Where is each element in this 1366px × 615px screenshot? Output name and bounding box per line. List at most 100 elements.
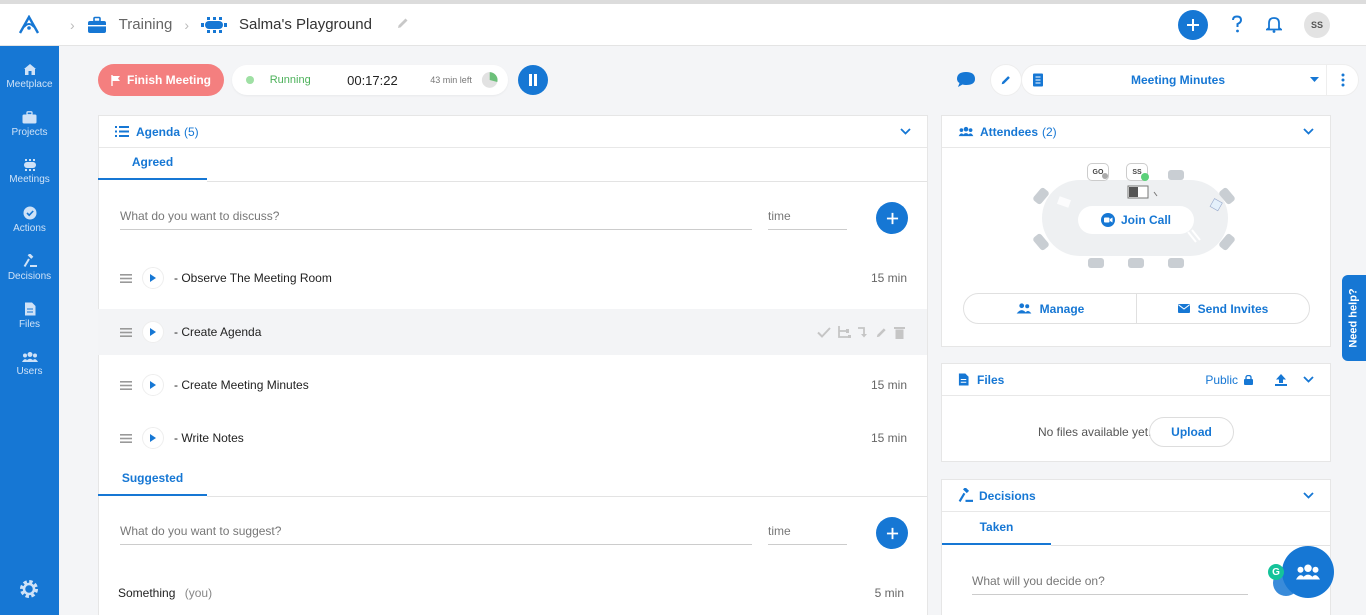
logo-icon: [18, 14, 40, 34]
grammarly-badge-icon[interactable]: G: [1268, 564, 1284, 580]
chevron-down-icon[interactable]: [1303, 376, 1314, 383]
pause-meeting-button[interactable]: [518, 65, 548, 95]
user-avatar[interactable]: SS: [1304, 12, 1330, 38]
subitem-tree-icon[interactable]: [837, 326, 851, 338]
collaborators-fab[interactable]: [1282, 546, 1334, 598]
sidebar-item-actions[interactable]: Actions: [0, 196, 59, 244]
gavel-icon: [958, 488, 973, 502]
agenda-title: Agenda: [136, 124, 181, 139]
sidebar-item-users[interactable]: Users: [0, 340, 59, 388]
chevron-down-icon[interactable]: [900, 128, 911, 135]
play-item-button[interactable]: [142, 321, 164, 343]
decisions-title: Decisions: [979, 488, 1036, 503]
agenda-item[interactable]: - Observe The Meeting Room 15 min: [98, 255, 927, 301]
tab-taken[interactable]: Taken: [942, 511, 1051, 545]
more-options-icon[interactable]: [1326, 65, 1358, 95]
minutes-template-label: Meeting Minutes: [1130, 73, 1225, 87]
tab-divider: [207, 496, 927, 497]
create-new-button[interactable]: [1178, 10, 1208, 40]
edit-minutes-button[interactable]: [990, 64, 1022, 96]
upload-arrow-icon[interactable]: [1275, 373, 1287, 386]
send-invites-button[interactable]: Send Invites: [1137, 294, 1309, 323]
agenda-item[interactable]: - Create Agenda: [98, 309, 927, 355]
manage-attendees-button[interactable]: Manage: [964, 294, 1137, 323]
drag-handle-icon[interactable]: [120, 327, 132, 337]
meeting-status: Running: [269, 74, 311, 86]
elapsed-time: 00:17:22: [347, 72, 398, 88]
help-question-icon[interactable]: [1230, 14, 1244, 36]
plus-icon: [886, 527, 898, 539]
chevron-right-icon: ›: [70, 16, 75, 33]
attendees-header[interactable]: Attendees (2): [942, 116, 1330, 148]
project-name: Training: [118, 16, 173, 33]
drag-handle-icon[interactable]: [120, 433, 132, 443]
minutes-template-select[interactable]: Meeting Minutes: [1021, 64, 1359, 96]
agenda-item-title: - Create Meeting Minutes: [174, 378, 309, 392]
files-visibility[interactable]: Public: [1205, 373, 1238, 387]
agenda-item-actions: [817, 326, 905, 339]
sidebar-item-meetplace[interactable]: Meetplace: [0, 52, 59, 100]
chevron-down-icon[interactable]: [1303, 492, 1314, 499]
discuss-input[interactable]: What do you want to discuss?: [120, 209, 752, 230]
add-agenda-item-button[interactable]: [876, 202, 908, 234]
files-header[interactable]: Files Public: [942, 364, 1330, 396]
briefcase-icon: [87, 16, 107, 34]
breadcrumb-meeting[interactable]: Salma's Playground: [200, 16, 410, 34]
tab-suggested[interactable]: Suggested: [98, 462, 207, 496]
agenda-item-title: - Observe The Meeting Room: [174, 271, 332, 285]
tab-agreed[interactable]: Agreed: [98, 146, 207, 180]
suggest-input[interactable]: What do you want to suggest?: [120, 524, 752, 545]
minutes-controls: Meeting Minutes: [950, 64, 1359, 96]
drag-handle-icon[interactable]: [120, 380, 132, 390]
sidebar-item-label: Users: [16, 366, 43, 377]
sidebar: Meetplace Projects Meetings Actions Deci…: [0, 46, 59, 615]
play-icon: [150, 434, 156, 442]
chevron-down-icon[interactable]: [1303, 128, 1314, 135]
agenda-item-duration: 15 min: [870, 271, 907, 285]
suggested-item[interactable]: Something (you) 5 min: [118, 586, 908, 600]
sidebar-item-label: Actions: [13, 223, 46, 234]
meeting-controls: Finish Meeting Running 00:17:22 43 min l…: [98, 64, 548, 96]
pencil-icon[interactable]: [875, 326, 888, 339]
discuss-time-input[interactable]: time: [768, 209, 847, 230]
upload-file-button[interactable]: Upload: [1149, 417, 1234, 447]
files-title: Files: [977, 372, 1005, 387]
sidebar-item-decisions[interactable]: Decisions: [0, 244, 59, 292]
play-item-button[interactable]: [142, 427, 164, 449]
gavel-icon: [23, 254, 37, 268]
sidebar-item-label: Decisions: [7, 271, 52, 282]
settings-gear-icon[interactable]: [18, 578, 40, 603]
trash-icon[interactable]: [894, 326, 905, 339]
need-help-tab[interactable]: Need help?: [1342, 275, 1366, 361]
suggested-item-duration: 5 min: [874, 586, 904, 600]
list-icon: [115, 126, 129, 137]
attendee-actions: Manage Send Invites: [963, 293, 1310, 324]
join-call-button[interactable]: Join Call: [1078, 206, 1194, 234]
decisions-header[interactable]: Decisions: [942, 480, 1330, 512]
move-arrow-icon[interactable]: [857, 326, 869, 338]
agenda-header[interactable]: Agenda (5): [99, 116, 927, 148]
sidebar-item-files[interactable]: Files: [0, 292, 59, 340]
breadcrumb-project[interactable]: Training: [87, 16, 173, 34]
online-status-dot: [1141, 173, 1149, 181]
agenda-item[interactable]: - Create Meeting Minutes 15 min: [98, 362, 927, 408]
app-logo[interactable]: [0, 14, 58, 35]
edit-pencil-icon[interactable]: [396, 16, 410, 34]
agenda-item[interactable]: - Write Notes 15 min: [98, 415, 927, 461]
add-suggestion-button[interactable]: [876, 517, 908, 549]
check-circle-icon: [23, 206, 36, 220]
drag-handle-icon[interactable]: [120, 273, 132, 283]
sidebar-item-projects[interactable]: Projects: [0, 100, 59, 148]
suggest-time-input[interactable]: time: [768, 524, 847, 545]
finish-meeting-button[interactable]: Finish Meeting: [98, 64, 224, 96]
check-icon[interactable]: [817, 326, 831, 338]
users-icon: [1016, 303, 1031, 314]
bell-icon[interactable]: [1264, 15, 1284, 36]
chat-button[interactable]: [950, 64, 982, 96]
play-item-button[interactable]: [142, 374, 164, 396]
play-item-button[interactable]: [142, 267, 164, 289]
sidebar-item-meetings[interactable]: Meetings: [0, 148, 59, 196]
meeting-table-icon: [200, 16, 227, 33]
decide-input[interactable]: What will you decide on?: [972, 574, 1248, 595]
agenda-item-duration: 15 min: [870, 431, 907, 445]
